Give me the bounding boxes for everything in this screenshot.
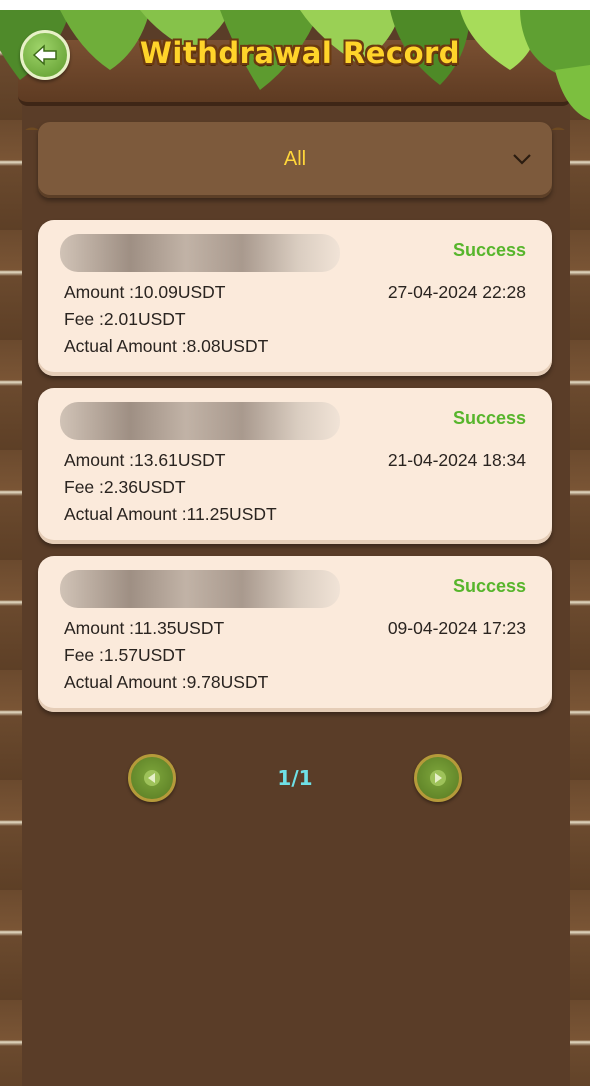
arrow-left-icon bbox=[32, 44, 57, 66]
record-actual-amount: Actual Amount :9.78USDT bbox=[64, 672, 269, 692]
bamboo-border-right bbox=[570, 10, 590, 1086]
record-fee: Fee :2.01USDT bbox=[64, 309, 186, 329]
filter-selected-value: All bbox=[283, 148, 307, 170]
bamboo-border-left bbox=[0, 10, 22, 1086]
record-datetime: 27-04-2024 22:28 bbox=[387, 282, 526, 302]
triangle-right-icon bbox=[430, 770, 446, 786]
page-title: Withdrawal Record bbox=[139, 36, 461, 70]
record-amount: Amount :10.09USDT bbox=[64, 282, 226, 302]
record-datetime: 21-04-2024 18:34 bbox=[387, 450, 526, 470]
status-badge: Success bbox=[452, 576, 526, 596]
withdrawal-record-card: Success 27-04-2024 22:28 Amount :10.09US… bbox=[38, 220, 552, 376]
withdrawal-record-card: Success 21-04-2024 18:34 Amount :13.61US… bbox=[38, 388, 552, 544]
screen: Withdrawal Record All Success 27-04-2024… bbox=[0, 10, 590, 1086]
status-badge: Success bbox=[452, 408, 526, 428]
record-actual-amount: Actual Amount :8.08USDT bbox=[64, 336, 269, 356]
triangle-left-icon bbox=[144, 770, 160, 786]
back-button[interactable] bbox=[20, 30, 70, 80]
record-fee: Fee :1.57USDT bbox=[64, 645, 186, 665]
next-page-button[interactable] bbox=[414, 754, 462, 802]
record-amount: Amount :11.35USDT bbox=[64, 618, 225, 638]
withdrawal-record-card: Success 09-04-2024 17:23 Amount :11.35US… bbox=[38, 556, 552, 712]
redacted-order-id bbox=[60, 234, 340, 272]
record-actual-amount: Actual Amount :11.25USDT bbox=[64, 504, 277, 524]
redacted-order-id bbox=[60, 402, 340, 440]
status-badge: Success bbox=[452, 240, 526, 260]
record-fee: Fee :2.36USDT bbox=[64, 477, 186, 497]
record-amount: Amount :13.61USDT bbox=[64, 450, 226, 470]
leaf-decoration bbox=[0, 10, 590, 130]
chevron-down-icon bbox=[513, 154, 531, 165]
prev-page-button[interactable] bbox=[128, 754, 176, 802]
status-filter-dropdown[interactable]: All bbox=[38, 122, 552, 198]
page-indicator: 1/1 bbox=[277, 766, 313, 790]
record-datetime: 09-04-2024 17:23 bbox=[387, 618, 526, 638]
redacted-order-id bbox=[60, 570, 340, 608]
